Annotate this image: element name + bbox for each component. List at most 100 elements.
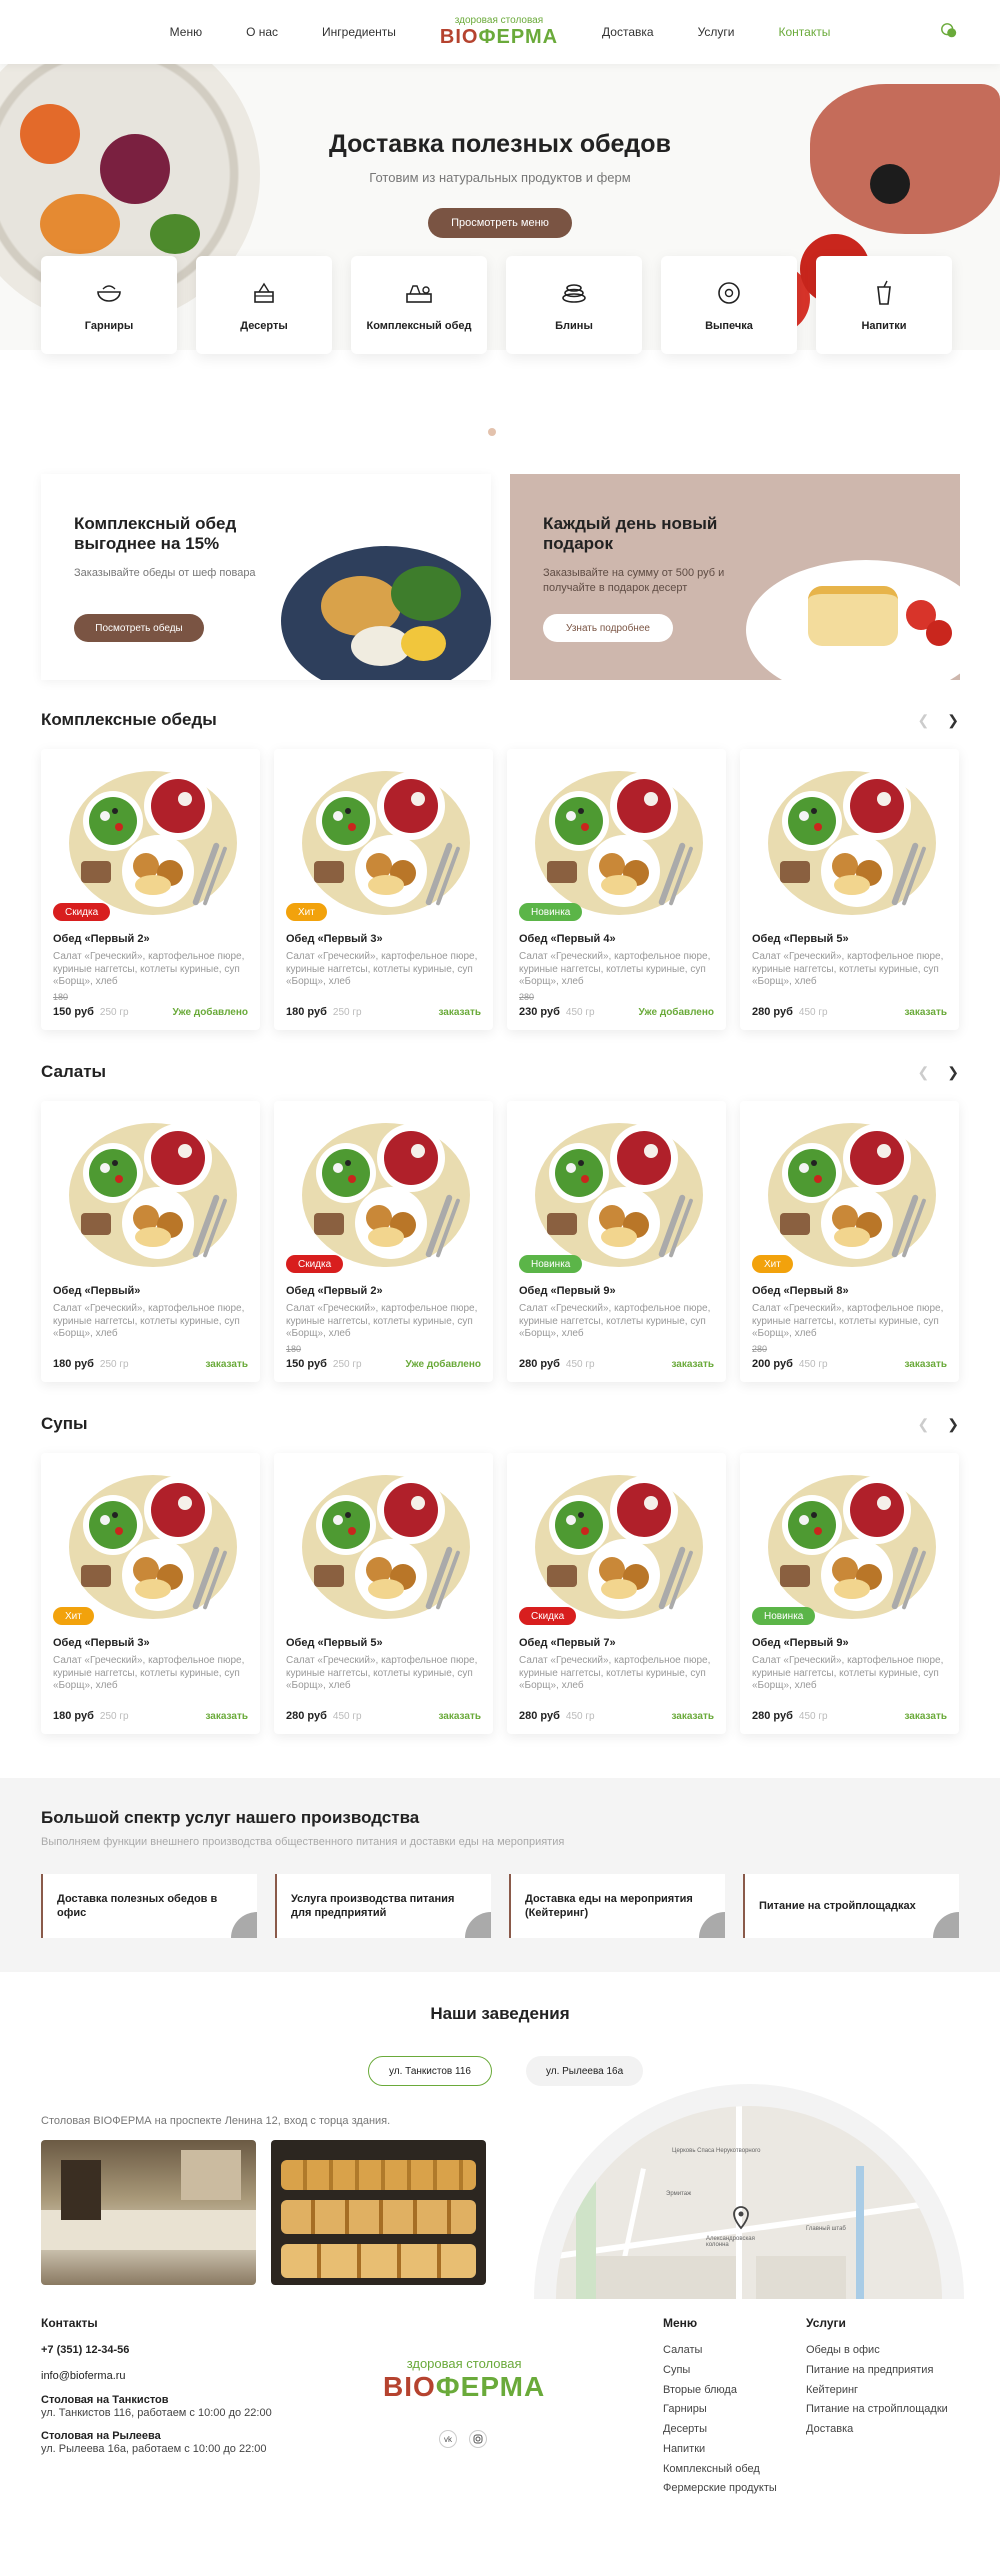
tab-tankistov[interactable]: ул. Танкистов 116: [368, 2056, 492, 2086]
product-card[interactable]: Хит Обед «Первый 3» Салат «Греческий», кар…: [41, 1453, 260, 1734]
category-garnishes[interactable]: Гарниры: [41, 256, 177, 354]
product-price: 280 руб: [752, 1710, 793, 1722]
footer-phone[interactable]: +7 (351) 12-34-56: [41, 2344, 281, 2356]
carousel-dot[interactable]: [488, 428, 496, 436]
order-button[interactable]: Уже добавлено: [172, 1007, 248, 1018]
vk-icon[interactable]: vk: [439, 2430, 457, 2448]
tab-ryleeva[interactable]: ул. Рылеева 16а: [525, 2056, 644, 2086]
product-footer: 230 руб 450 гр Уже добавлено: [519, 1006, 714, 1018]
order-button[interactable]: заказать: [904, 1359, 947, 1370]
product-footer: 280 руб 450 гр заказать: [752, 1710, 947, 1722]
order-button[interactable]: заказать: [904, 1007, 947, 1018]
order-button[interactable]: заказать: [671, 1711, 714, 1722]
category-desserts[interactable]: Десерты: [196, 256, 332, 354]
order-button[interactable]: Уже добавлено: [638, 1007, 714, 1018]
category-pancakes[interactable]: Блины: [506, 256, 642, 354]
service-card[interactable]: Питание на стройплощадках: [743, 1874, 959, 1938]
footer-menu-link[interactable]: Напитки: [663, 2443, 783, 2457]
learn-more-button[interactable]: Узнать подробнее: [543, 614, 673, 642]
footer-service-link[interactable]: Питание на стройплощадки: [806, 2403, 956, 2417]
service-corner: [231, 1912, 257, 1938]
nav-menu[interactable]: Меню: [170, 25, 202, 39]
product-footer: 200 руб 450 гр заказать: [752, 1358, 947, 1370]
map-label: Главный штаб: [806, 2226, 846, 2232]
category-combo[interactable]: Комплексный обед: [351, 256, 487, 354]
old-price: 280: [519, 992, 535, 1002]
order-button[interactable]: заказать: [205, 1711, 248, 1722]
hero-veg: [150, 214, 200, 254]
product-card[interactable]: Обед «Первый 5» Салат «Греческий», картоф…: [740, 749, 959, 1030]
product-section: Комплексные обеды ❮ ❯ Скидка Обед «Первый 2»…: [41, 710, 959, 1030]
map-pin-icon[interactable]: [732, 2206, 750, 2230]
nav-ingredients[interactable]: Ингредиенты: [322, 25, 396, 39]
section-title: Салаты: [41, 1062, 107, 1081]
product-name: Обед «Первый 2»: [53, 933, 150, 945]
service-card[interactable]: Доставка полезных обедов в офис: [41, 1874, 257, 1938]
chat-icon[interactable]: [940, 22, 958, 40]
product-price: 200 руб: [752, 1358, 793, 1370]
order-button[interactable]: Уже добавлено: [405, 1359, 481, 1370]
footer-email[interactable]: info@bioferma.ru: [41, 2370, 281, 2382]
product-image: Скидка: [519, 1465, 714, 1625]
product-card[interactable]: Скидка Обед «Первый 2» Салат «Греческий», …: [41, 749, 260, 1030]
product-price: 280 руб: [286, 1710, 327, 1722]
order-button[interactable]: заказать: [671, 1359, 714, 1370]
category-drinks[interactable]: Напитки: [816, 256, 952, 354]
view-menu-button[interactable]: Просмотреть меню: [428, 208, 572, 238]
product-card[interactable]: Новинка Обед «Первый 9» Салат «Греческий»,…: [740, 1453, 959, 1734]
old-price: 280: [752, 1344, 768, 1354]
location-map[interactable]: Церковь Спаса Нерукотворного Александров…: [534, 2084, 964, 2299]
order-button[interactable]: заказать: [438, 1007, 481, 1018]
product-footer: 280 руб 450 гр заказать: [286, 1710, 481, 1722]
product-card[interactable]: Обед «Первый 5» Салат «Греческий», картоф…: [274, 1453, 493, 1734]
product-price: 180 руб: [53, 1710, 94, 1722]
chevron-left-icon[interactable]: ❮: [918, 1064, 930, 1081]
chevron-right-icon[interactable]: ❯: [947, 1064, 959, 1081]
product-card[interactable]: Скидка Обед «Первый 7» Салат «Греческий», …: [507, 1453, 726, 1734]
footer-address: ул. Рылеева 16а, работаем с 10:00 до 22:…: [41, 2443, 267, 2456]
product-card[interactable]: Новинка Обед «Первый 4» Салат «Греческий»,…: [507, 749, 726, 1030]
footer-service-link[interactable]: Обеды в офис: [806, 2344, 956, 2358]
order-button[interactable]: заказать: [438, 1711, 481, 1722]
product-card[interactable]: Обед «Первый» Салат «Греческий», картофел…: [41, 1101, 260, 1382]
footer-menu-link[interactable]: Десерты: [663, 2423, 783, 2437]
product-weight: 250 гр: [99, 1711, 129, 1722]
category-bakery[interactable]: Выпечка: [661, 256, 797, 354]
chevron-left-icon[interactable]: ❮: [918, 712, 930, 729]
product-card[interactable]: Хит Обед «Первый 3» Салат «Греческий», кар…: [274, 749, 493, 1030]
map-label: Церковь Спаса Нерукотворного: [672, 2148, 761, 2154]
product-card[interactable]: Скидка Обед «Первый 2» Салат «Греческий», …: [274, 1101, 493, 1382]
footer-menu-link[interactable]: Салаты: [663, 2344, 783, 2358]
instagram-icon[interactable]: [469, 2430, 487, 2448]
footer-menu-link[interactable]: Вторые блюда: [663, 2384, 783, 2398]
category-label: Блины: [555, 320, 593, 332]
chevron-left-icon[interactable]: ❮: [918, 1416, 930, 1433]
service-card[interactable]: Доставка еды на мероприятия (Кейтеринг): [509, 1874, 725, 1938]
footer-service-link[interactable]: Кейтеринг: [806, 2384, 956, 2398]
nav-services[interactable]: Услуги: [698, 25, 735, 39]
order-button[interactable]: заказать: [904, 1711, 947, 1722]
logo-tagline: здоровая столовая: [406, 2356, 522, 2371]
service-label: Доставка полезных обедов в офис: [57, 1893, 218, 1920]
nav-about[interactable]: О нас: [246, 25, 278, 39]
footer-service-link[interactable]: Питание на предприятия: [806, 2364, 956, 2378]
nav-contacts[interactable]: Контакты: [779, 25, 831, 39]
header-logo[interactable]: здоровая столовая BIOФЕРМА: [440, 15, 558, 49]
footer-logo[interactable]: здоровая столовая BIOФЕРМА: [383, 2356, 545, 2403]
product-card[interactable]: Хит Обед «Первый 8» Салат «Греческий», кар…: [740, 1101, 959, 1382]
product-name: Обед «Первый 5»: [752, 933, 849, 945]
chevron-right-icon[interactable]: ❯: [947, 712, 959, 729]
nav-delivery[interactable]: Доставка: [602, 25, 654, 39]
footer-menu-link[interactable]: Гарниры: [663, 2403, 783, 2417]
product-card[interactable]: Новинка Обед «Первый 9» Салат «Греческий»,…: [507, 1101, 726, 1382]
service-card[interactable]: Услуга производства питания для предприя…: [275, 1874, 491, 1938]
order-button[interactable]: заказать: [205, 1359, 248, 1370]
badge-new: Новинка: [519, 1255, 583, 1273]
footer-menu-link[interactable]: Комплексный обед: [663, 2463, 783, 2477]
footer-service-link[interactable]: Доставка: [806, 2423, 956, 2437]
view-combos-button[interactable]: Посмотреть обеды: [74, 614, 204, 642]
footer-menu-link[interactable]: Супы: [663, 2364, 783, 2378]
chevron-right-icon[interactable]: ❯: [947, 1416, 959, 1433]
footer-menu-link[interactable]: Фермерские продукты: [663, 2482, 783, 2496]
promo-dish-image: [281, 546, 491, 680]
